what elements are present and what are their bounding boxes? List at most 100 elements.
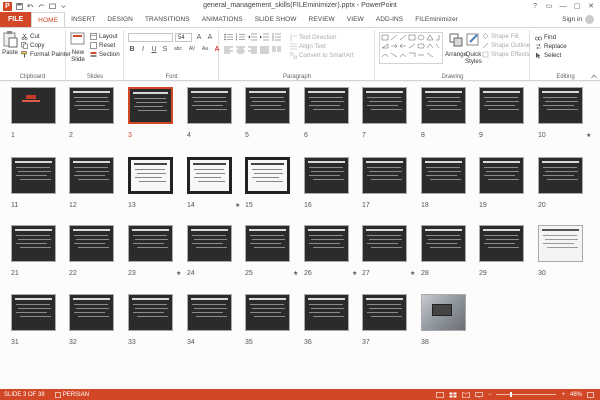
shape-outline-button[interactable]: Shape Outline (482, 41, 530, 50)
help-button[interactable]: ? (528, 0, 542, 12)
underline-button[interactable]: U (150, 46, 158, 53)
sign-in-label[interactable]: Sign in (562, 16, 582, 23)
slide-thumbnail[interactable] (362, 294, 407, 331)
grow-font-icon[interactable]: A (195, 34, 203, 41)
zoom-in-button[interactable]: + (561, 392, 565, 398)
columns-icon[interactable] (272, 46, 281, 54)
shape-fill-button[interactable]: Shape Fill (482, 32, 530, 41)
slide-thumbnail[interactable] (421, 87, 466, 124)
slide-thumbnail[interactable] (479, 87, 524, 124)
sign-in[interactable]: Sign in (562, 12, 600, 27)
change-case-button[interactable]: Aa (200, 46, 210, 53)
line-spacing-icon[interactable] (272, 33, 281, 41)
select-button[interactable]: Select (535, 51, 567, 60)
new-slide-button[interactable]: New Slide (70, 30, 86, 63)
bold-button[interactable]: B (128, 46, 136, 53)
arrange-button[interactable]: Arrange (445, 32, 467, 58)
bullets-icon[interactable] (224, 33, 233, 41)
slide-thumbnail[interactable] (11, 294, 56, 331)
tab-design[interactable]: DESIGN (101, 12, 139, 27)
tab-transitions[interactable]: TRANSITIONS (139, 12, 196, 27)
zoom-out-button[interactable]: − (488, 392, 492, 398)
reset-button[interactable]: Reset (90, 41, 120, 50)
strikethrough-button[interactable]: abc (172, 46, 184, 53)
font-family-dropdown[interactable] (128, 33, 173, 42)
copy-button[interactable]: Copy (21, 41, 71, 50)
shape-effects-button[interactable]: Shape Effects (482, 50, 530, 59)
slide-thumbnail[interactable] (304, 294, 349, 331)
replace-button[interactable]: Replace (535, 42, 567, 51)
find-button[interactable]: Find (535, 33, 567, 42)
shrink-font-icon[interactable]: A (206, 34, 214, 41)
slide-thumbnail[interactable] (187, 157, 232, 194)
slide-thumbnail[interactable] (11, 87, 56, 124)
numbering-icon[interactable] (236, 33, 245, 41)
normal-view-icon[interactable] (436, 391, 444, 398)
format-painter-button[interactable]: Format Painter (21, 50, 71, 59)
tab-animations[interactable]: ANIMATIONS (196, 12, 249, 27)
save-icon[interactable] (15, 2, 23, 10)
font-size-dropdown[interactable]: 54 (175, 33, 192, 42)
slide-thumbnail[interactable] (69, 225, 114, 262)
slide-thumbnail[interactable] (421, 157, 466, 194)
slide-show-view-icon[interactable] (475, 391, 483, 398)
slide-thumbnail[interactable] (69, 87, 114, 124)
slide-thumbnail[interactable] (245, 294, 290, 331)
align-center-icon[interactable] (236, 46, 245, 54)
slide-thumbnail[interactable] (187, 225, 232, 262)
ribbon-display-options-button[interactable]: ▭ (542, 0, 556, 12)
zoom-level[interactable]: 48% (570, 392, 582, 398)
tab-insert[interactable]: INSERT (65, 12, 101, 27)
slide-thumbnail[interactable] (362, 157, 407, 194)
close-button[interactable]: ✕ (584, 0, 598, 12)
slide-thumbnail[interactable] (479, 225, 524, 262)
slide-thumbnail[interactable] (304, 87, 349, 124)
tab-home[interactable]: HOME (31, 12, 66, 28)
slide-thumbnail[interactable] (245, 157, 290, 194)
italic-button[interactable]: I (139, 46, 147, 53)
shadow-button[interactable]: S (161, 46, 169, 53)
customize-qat-icon[interactable] (59, 2, 67, 10)
align-left-icon[interactable] (224, 46, 233, 54)
slide-thumbnail[interactable] (245, 225, 290, 262)
slide-thumbnail[interactable] (69, 157, 114, 194)
paste-button[interactable]: Paste (2, 30, 18, 56)
tab-file[interactable]: FILE (0, 12, 32, 27)
slide-thumbnail[interactable] (128, 294, 173, 331)
slide-thumbnail[interactable] (538, 157, 583, 194)
reading-view-icon[interactable] (462, 391, 470, 398)
redo-icon[interactable] (37, 2, 45, 10)
slide-thumbnail[interactable] (362, 225, 407, 262)
slide-thumbnail[interactable] (304, 225, 349, 262)
slide-thumbnail[interactable] (187, 294, 232, 331)
zoom-slider[interactable] (496, 392, 557, 397)
slide-thumbnail[interactable] (362, 87, 407, 124)
language-indicator[interactable]: PERSIAN (54, 392, 89, 398)
tab-slide-show[interactable]: SLIDE SHOW (249, 12, 303, 27)
slide-thumbnail[interactable] (421, 294, 466, 331)
slide-thumbnail[interactable] (304, 157, 349, 194)
minimize-button[interactable]: — (556, 0, 570, 12)
start-slideshow-icon[interactable] (48, 2, 56, 10)
slide-thumbnail[interactable] (538, 225, 583, 262)
slide-thumbnail[interactable] (187, 87, 232, 124)
layout-button[interactable]: Layout (90, 32, 120, 41)
quick-styles-button[interactable]: Quick Styles (465, 32, 482, 65)
maximize-button[interactable]: ▢ (570, 0, 584, 12)
increase-indent-icon[interactable] (260, 33, 269, 41)
cut-button[interactable]: Cut (21, 32, 71, 41)
shapes-gallery[interactable] (379, 32, 443, 64)
text-direction-button[interactable]: Text Direction (290, 33, 354, 42)
slide-thumbnail[interactable] (128, 157, 173, 194)
undo-icon[interactable] (26, 2, 34, 10)
align-right-icon[interactable] (248, 46, 257, 54)
align-text-button[interactable]: Align Text (290, 42, 354, 51)
tab-add-ins[interactable]: ADD-INS (370, 12, 409, 27)
fit-to-window-icon[interactable] (587, 391, 594, 398)
slide-thumbnail[interactable] (69, 294, 114, 331)
convert-to-smartart-button[interactable]: Convert to SmartArt (290, 51, 354, 60)
slide-thumbnail[interactable] (245, 87, 290, 124)
character-spacing-button[interactable]: AV (187, 46, 197, 53)
slide-thumbnail[interactable] (538, 87, 583, 124)
tab-view[interactable]: VIEW (341, 12, 370, 27)
